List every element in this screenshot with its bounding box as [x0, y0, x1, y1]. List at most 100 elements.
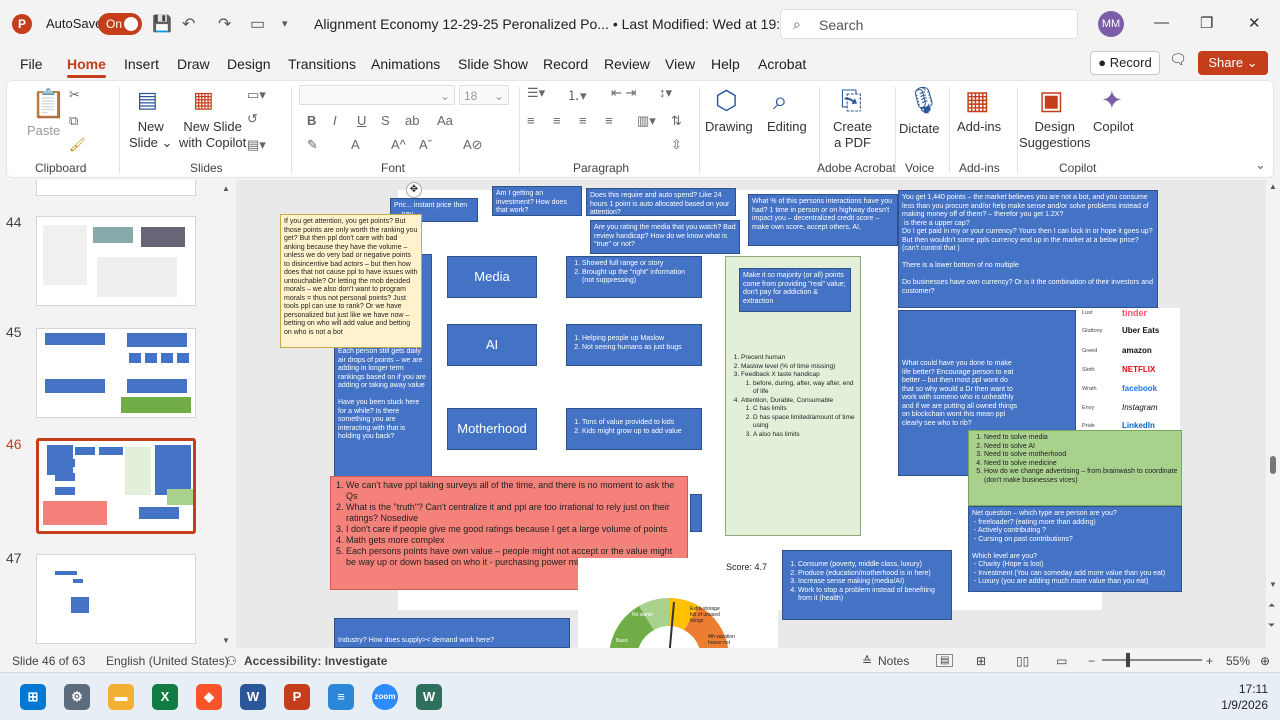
file-explorer-icon[interactable]: ▬: [108, 684, 134, 710]
system-clock[interactable]: 17:11 1/9/2026: [1221, 681, 1268, 713]
ai-points-box[interactable]: Helping people up MaslowNot seeing human…: [566, 324, 702, 366]
consume-produce-box[interactable]: Consume (poverty, middle class, luxury)P…: [782, 550, 952, 620]
increase-font-icon[interactable]: A^: [391, 137, 406, 152]
ai-header[interactable]: AI: [447, 324, 537, 366]
tab-file[interactable]: File: [20, 56, 43, 72]
tab-slide-show[interactable]: Slide Show: [458, 56, 528, 72]
notes-button[interactable]: Notes: [878, 654, 909, 668]
align-text-icon[interactable]: ⇳: [671, 137, 682, 153]
previous-slide-icon[interactable]: ⏶: [1268, 600, 1275, 611]
fit-to-window-icon[interactable]: ⊕: [1260, 654, 1270, 668]
paste-icon[interactable]: 📋: [31, 87, 66, 120]
create-pdf-button[interactable]: Create a PDF: [833, 119, 872, 151]
bullets-icon[interactable]: ☰▾: [527, 85, 545, 101]
save-icon[interactable]: 💾: [152, 14, 172, 34]
indent-icon[interactable]: ⇤ ⇥: [611, 85, 636, 101]
tab-draw[interactable]: Draw: [177, 56, 210, 72]
zoom-in-icon[interactable]: +: [1206, 654, 1213, 668]
char-spacing-icon[interactable]: ab: [405, 113, 419, 128]
seven-sins-image[interactable]: Lust tinder Gluttony Uber Eats Greed amazon…: [1078, 308, 1180, 434]
excel-icon[interactable]: X: [152, 684, 178, 710]
slide-thumbnail-44[interactable]: [36, 216, 196, 306]
format-painter-icon[interactable]: 🖌: [69, 137, 86, 153]
designer-icon[interactable]: ▣: [1039, 85, 1064, 116]
highlight-icon[interactable]: ✎: [307, 137, 318, 153]
font-family-select[interactable]: ⌄: [299, 85, 455, 105]
numbering-icon[interactable]: ⒈▾: [567, 85, 587, 104]
microphone-icon[interactable]: 🎙: [907, 85, 940, 116]
new-slide-icon[interactable]: ▤: [137, 87, 158, 113]
drawing-icon[interactable]: ⬡: [715, 85, 738, 116]
language-indicator[interactable]: English (United States): [106, 654, 229, 668]
align-right-icon[interactable]: ≡: [579, 113, 587, 128]
investment-box[interactable]: Am I getting an investment? How does tha…: [492, 186, 582, 216]
slide-thumbnail-46-selected[interactable]: [36, 438, 196, 534]
slide-thumbnail-45[interactable]: [36, 328, 196, 418]
slide-vertical-scrollbar[interactable]: ▲ ▼ ⏶ ⏷: [1266, 180, 1280, 648]
layout-icon[interactable]: ▭▾: [247, 87, 266, 103]
need-to-solve-box[interactable]: Need to solve mediaNeed to solve AINeed …: [968, 430, 1182, 506]
columns-icon[interactable]: ▥▾: [637, 113, 656, 129]
word-icon[interactable]: W: [240, 684, 266, 710]
new-slide-button[interactable]: New Slide ⌄: [129, 119, 172, 151]
line-spacing-icon[interactable]: ↕▾: [659, 85, 672, 101]
settings-icon[interactable]: ⚙: [64, 684, 90, 710]
thumbnail-43-partial[interactable]: [36, 180, 196, 196]
zoom-slider-thumb[interactable]: [1126, 653, 1130, 667]
rotate-handle-icon[interactable]: ✥: [406, 182, 422, 198]
document-title[interactable]: Alignment Economy 12-29-25 Peronalized P…: [314, 16, 811, 33]
scroll-down-icon[interactable]: ▼: [1269, 580, 1277, 589]
addins-button[interactable]: Add-ins: [957, 119, 1001, 135]
tab-animations[interactable]: Animations: [371, 56, 440, 72]
comment-icon[interactable]: 🗨: [1166, 51, 1190, 75]
maximize-icon[interactable]: ❐: [1200, 14, 1213, 32]
media-points-box[interactable]: Showed full range or storyBrought up the…: [566, 256, 702, 298]
editing-icon[interactable]: ⌕: [773, 85, 788, 117]
auto-spend-box[interactable]: Does this require and auto spend? Like 2…: [586, 188, 736, 216]
tab-review[interactable]: Review: [604, 56, 650, 72]
close-icon[interactable]: ✕: [1248, 14, 1261, 32]
normal-view-icon[interactable]: ▤: [936, 654, 954, 667]
tab-insert[interactable]: Insert: [124, 56, 159, 72]
bold-icon[interactable]: B: [307, 113, 316, 128]
accessibility-status[interactable]: Accessibility: Investigate: [244, 654, 387, 668]
record-button[interactable]: ● Record: [1090, 51, 1160, 75]
zoom-level[interactable]: 55%: [1226, 654, 1250, 668]
score-gauge-image[interactable]: Score: 4.7 No wants Extra storage full o…: [578, 558, 778, 648]
metrics-box[interactable]: Make it so majority (or all) points come…: [725, 256, 861, 536]
vertical-scroll-thumb[interactable]: [1270, 456, 1276, 474]
points-question-box[interactable]: You get 1,440 points – the market believ…: [898, 190, 1158, 308]
scroll-up-icon[interactable]: ▲: [222, 184, 230, 193]
copilot-button[interactable]: Copilot: [1093, 119, 1133, 135]
collapse-ribbon-icon[interactable]: ⌄: [1255, 157, 1266, 173]
industry-supply-box[interactable]: Industry? How does supply>< demand work …: [334, 618, 570, 648]
tab-transitions[interactable]: Transitions: [288, 56, 356, 72]
motherhood-points-box[interactable]: Tons of value provided to kidsKids might…: [566, 408, 702, 450]
slide-thumbnail-47[interactable]: [36, 554, 196, 644]
italic-icon[interactable]: I: [333, 113, 337, 128]
dictate-button[interactable]: Dictate: [899, 121, 939, 137]
justify-icon[interactable]: ≡: [605, 113, 613, 128]
cut-icon[interactable]: ✂: [69, 87, 80, 103]
new-slide-copilot-button[interactable]: New Slide with Copilot: [179, 119, 246, 151]
brave-browser-icon[interactable]: ◆: [196, 684, 222, 710]
redo-icon[interactable]: ↷: [218, 14, 231, 34]
design-suggestions-button[interactable]: Design Suggestions: [1019, 119, 1091, 151]
copilot-icon[interactable]: ✦: [1101, 85, 1123, 116]
media-rating-box[interactable]: Are you rating the media that you watch?…: [590, 220, 740, 254]
reset-icon[interactable]: ↺: [247, 111, 258, 127]
user-avatar[interactable]: MM: [1098, 11, 1124, 37]
search-box[interactable]: ⌕ Search: [780, 9, 1078, 39]
share-button[interactable]: Share ⌄: [1198, 51, 1268, 75]
hidden-blue-box[interactable]: [690, 494, 702, 532]
zoom-slider[interactable]: [1102, 653, 1202, 667]
section-icon[interactable]: ▤▾: [247, 137, 266, 153]
new-slide-copilot-icon[interactable]: ▦: [193, 87, 214, 113]
undo-icon[interactable]: ↶: [182, 14, 195, 34]
tab-record[interactable]: Record: [543, 56, 588, 72]
text-direction-icon[interactable]: ⇅: [671, 113, 682, 129]
align-center-icon[interactable]: ≡: [553, 113, 561, 128]
majority-points-box[interactable]: Make it so majority (or all) points come…: [739, 268, 851, 312]
start-icon[interactable]: ⊞: [20, 684, 46, 710]
copy-icon[interactable]: ⧉: [69, 113, 78, 129]
